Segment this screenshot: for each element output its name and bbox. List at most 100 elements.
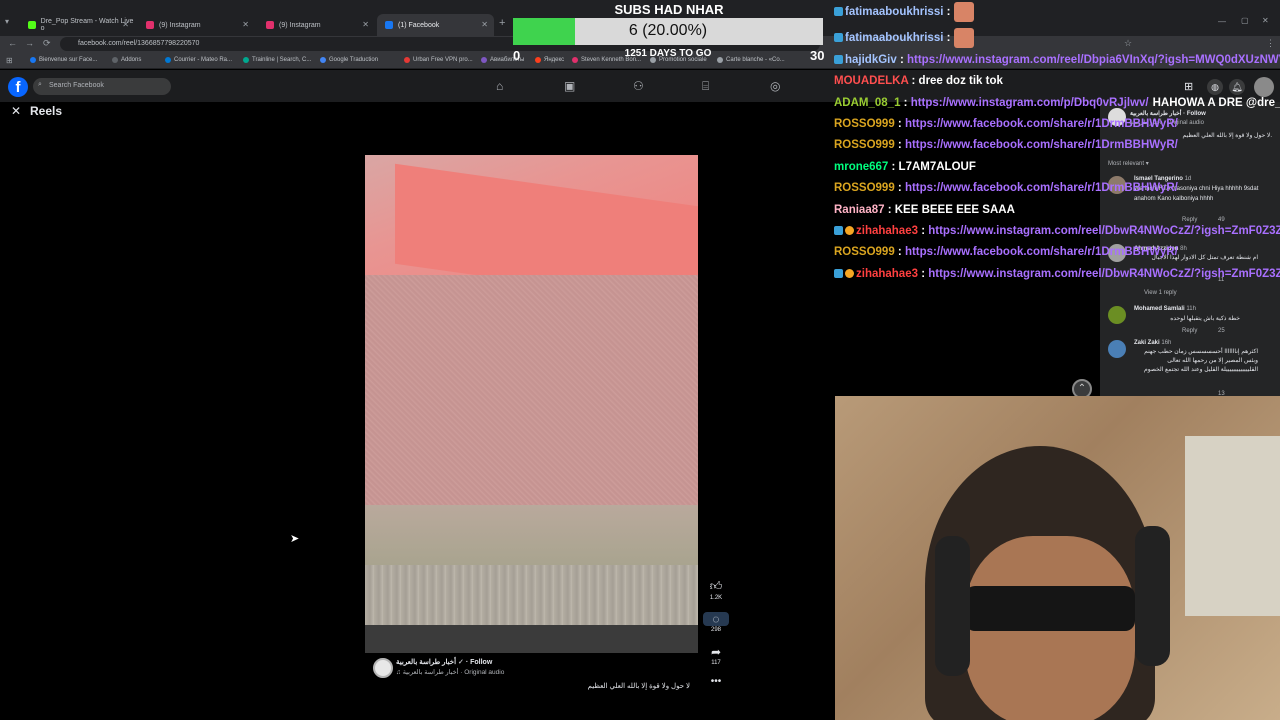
chat-text: : KEE BEEE EEE SAAA [887, 204, 1015, 216]
menu-grid-icon[interactable]: ⊞ [1184, 80, 1193, 93]
chat-message: ADAM_08_1 : https://www.instagram.com/p/… [834, 97, 1280, 109]
more-options-icon[interactable]: ••• [703, 676, 729, 687]
chat-link[interactable]: https://www.facebook.com/share/r/1DrmBBH… [905, 139, 1178, 151]
chat-username[interactable]: fatimaaboukhrissi [845, 6, 947, 18]
friends-icon[interactable]: ⚇ [633, 79, 644, 93]
reel-author[interactable]: أخبار طراسة بالعربية ✓ · Follow [396, 658, 492, 666]
like-button[interactable]: 👍︎ 1.2K [703, 579, 729, 601]
chat-username[interactable]: ADAM_08_1 [834, 97, 904, 109]
like-count: 1.2K [709, 595, 723, 601]
reply-link[interactable]: Reply [1182, 328, 1197, 334]
chat-username[interactable]: Raniaa87 [834, 204, 888, 216]
bookmark-item[interactable]: Bienvenue sur Face... [30, 57, 97, 63]
home-icon[interactable]: ⌂ [496, 79, 503, 93]
back-icon[interactable]: ← [8, 38, 17, 48]
subs-goal-title: SUBS HAD NHAR [614, 2, 724, 17]
avatar[interactable] [1108, 306, 1126, 324]
notifications-icon[interactable]: 🔔︎ [1229, 79, 1245, 95]
chat-badge-icon [834, 226, 843, 235]
chat-username[interactable]: fatimaaboukhrissi [845, 32, 947, 44]
chat-badge-icon [834, 7, 843, 17]
bookmark-item[interactable]: Google Traduction [320, 57, 378, 63]
close-tab-icon[interactable]: ✕ [122, 20, 129, 29]
close-window-icon[interactable]: ✕ [1262, 16, 1269, 25]
apps-icon[interactable]: ⊞ [6, 56, 13, 65]
follow-link[interactable]: · Follow [466, 659, 492, 666]
mouse-cursor-icon: ➤ [290, 533, 300, 545]
bookmark-item[interactable]: Addons [112, 57, 141, 63]
reaction-count: 25 [1218, 328, 1225, 334]
chat-link[interactable]: https://www.facebook.com/share/r/1DrmBBH… [905, 182, 1178, 194]
bookmark-star-icon[interactable]: ☆ [1124, 38, 1132, 49]
gaming-icon[interactable]: ◎ [770, 79, 780, 93]
reply-link[interactable]: Reply [1182, 217, 1197, 223]
chat-badge-icon [834, 269, 843, 278]
chat-username[interactable]: mrone667 [834, 161, 892, 173]
share-button[interactable]: ➦ 117 [703, 645, 729, 666]
chat-username[interactable]: ROSSO999 [834, 118, 898, 130]
reel-audio[interactable]: ♫ أخبار طراسة بالعربية · Original audio [396, 668, 504, 676]
url-text: facebook.com/reel/1366857798220570 [78, 40, 200, 47]
comment-text: اكثرهم إنااااااا أحسسسسس زمان حطب جهنم و… [1144, 349, 1258, 373]
bookmark-item[interactable]: Trainline | Search, C... [243, 57, 311, 63]
browser-tab-active[interactable]: (1) Facebook ✕ [377, 14, 494, 36]
author-avatar[interactable] [373, 658, 393, 678]
chat-username[interactable]: ROSSO999 [834, 246, 898, 258]
close-tab-icon[interactable]: ✕ [481, 20, 488, 29]
reel-video[interactable] [365, 155, 698, 653]
close-tab-icon[interactable]: ✕ [242, 20, 249, 29]
facebook-search-input[interactable]: ⌕ Search Facebook [33, 78, 171, 95]
comment-author[interactable]: Mohamed Samlali 11h [1134, 306, 1196, 312]
chevron-down-icon: ▾ [1145, 161, 1149, 167]
subs-days-left: 1251 DAYS TO GO [624, 48, 712, 59]
messenger-icon[interactable]: ◍ [1207, 79, 1223, 95]
marketplace-icon[interactable]: ⌸ [702, 79, 709, 94]
folder-icon [112, 57, 118, 63]
chat-username[interactable]: ROSSO999 [834, 182, 898, 194]
chat-username[interactable]: zihahahae3 [856, 225, 921, 237]
chat-username[interactable]: hajidkGiv [845, 54, 900, 66]
chat-link[interactable]: https://www.facebook.com/share/r/1DrmBBH… [905, 118, 1178, 130]
chat-emote-icon [954, 2, 975, 22]
chat-link[interactable]: https://www.instagram.com/reel/Dbpia6VIn… [907, 54, 1280, 66]
panel-author[interactable]: أخبار طراسة بالعربية · Follow [1130, 110, 1206, 117]
forward-icon[interactable]: → [25, 38, 34, 48]
chat-message: hajidkGiv : https://www.instagram.com/re… [834, 54, 1280, 66]
kick-icon [28, 21, 36, 29]
comment-author[interactable]: Zaki Zaki 16h [1134, 340, 1171, 346]
bookmark-item[interactable]: Courrier - Mateo Ra... [165, 57, 232, 63]
chat-link[interactable]: https://www.instagram.com/reel/DbwR4NWoC… [928, 225, 1280, 237]
video-icon[interactable]: ▣ [564, 79, 575, 93]
facebook-icon [30, 57, 36, 63]
browser-tab[interactable]: (9) Instagram ✕ [138, 14, 255, 36]
instagram-icon [266, 21, 274, 29]
bookmark-item[interactable]: Urban Free VPN pro... [404, 57, 473, 63]
facebook-logo[interactable]: f [8, 77, 28, 97]
chat-username[interactable]: MOUADELKA [834, 75, 912, 87]
browser-tab[interactable]: Dre_Pop Stream - Watch Live o ✕ [20, 14, 135, 36]
close-reels-icon[interactable]: ✕ [11, 104, 21, 118]
chat-link[interactable]: https://www.instagram.com/reel/DbwR4NWoC… [928, 268, 1280, 280]
comment-button[interactable]: ◌ 298 [703, 612, 729, 633]
chat-message: MOUADELKA : dree doz tik tok [834, 75, 1003, 87]
sort-dropdown[interactable]: Most relevant ▾ [1108, 160, 1149, 167]
avatar[interactable] [1108, 340, 1126, 358]
chat-username[interactable]: ROSSO999 [834, 139, 898, 151]
reload-icon[interactable]: ⟳ [43, 38, 51, 49]
browser-tab[interactable]: (9) Instagram ✕ [258, 14, 375, 36]
chat-link[interactable]: https://www.facebook.com/share/r/1DrmBBH… [905, 246, 1178, 258]
minimize-icon[interactable]: — [1218, 17, 1226, 26]
webcam-feed [835, 396, 1280, 720]
menu-icon[interactable]: ⋮ [1266, 38, 1275, 49]
tab-search-icon[interactable]: ▾ [5, 17, 9, 26]
reels-title: Reels [30, 104, 63, 118]
chat-username[interactable]: zihahahae3 [856, 268, 921, 280]
chat-link[interactable]: https://www.instagram.com/p/Dbq0vRJjlwv/ [911, 97, 1149, 109]
close-tab-icon[interactable]: ✕ [362, 20, 369, 29]
share-icon: ➦ [710, 645, 722, 659]
chat-text: : L7AM7ALOUF [891, 161, 976, 173]
maximize-icon[interactable]: ▢ [1241, 16, 1249, 25]
view-reply-link[interactable]: View 1 reply [1144, 290, 1177, 296]
profile-avatar[interactable] [1254, 77, 1274, 97]
new-tab-icon[interactable]: + [499, 17, 505, 29]
